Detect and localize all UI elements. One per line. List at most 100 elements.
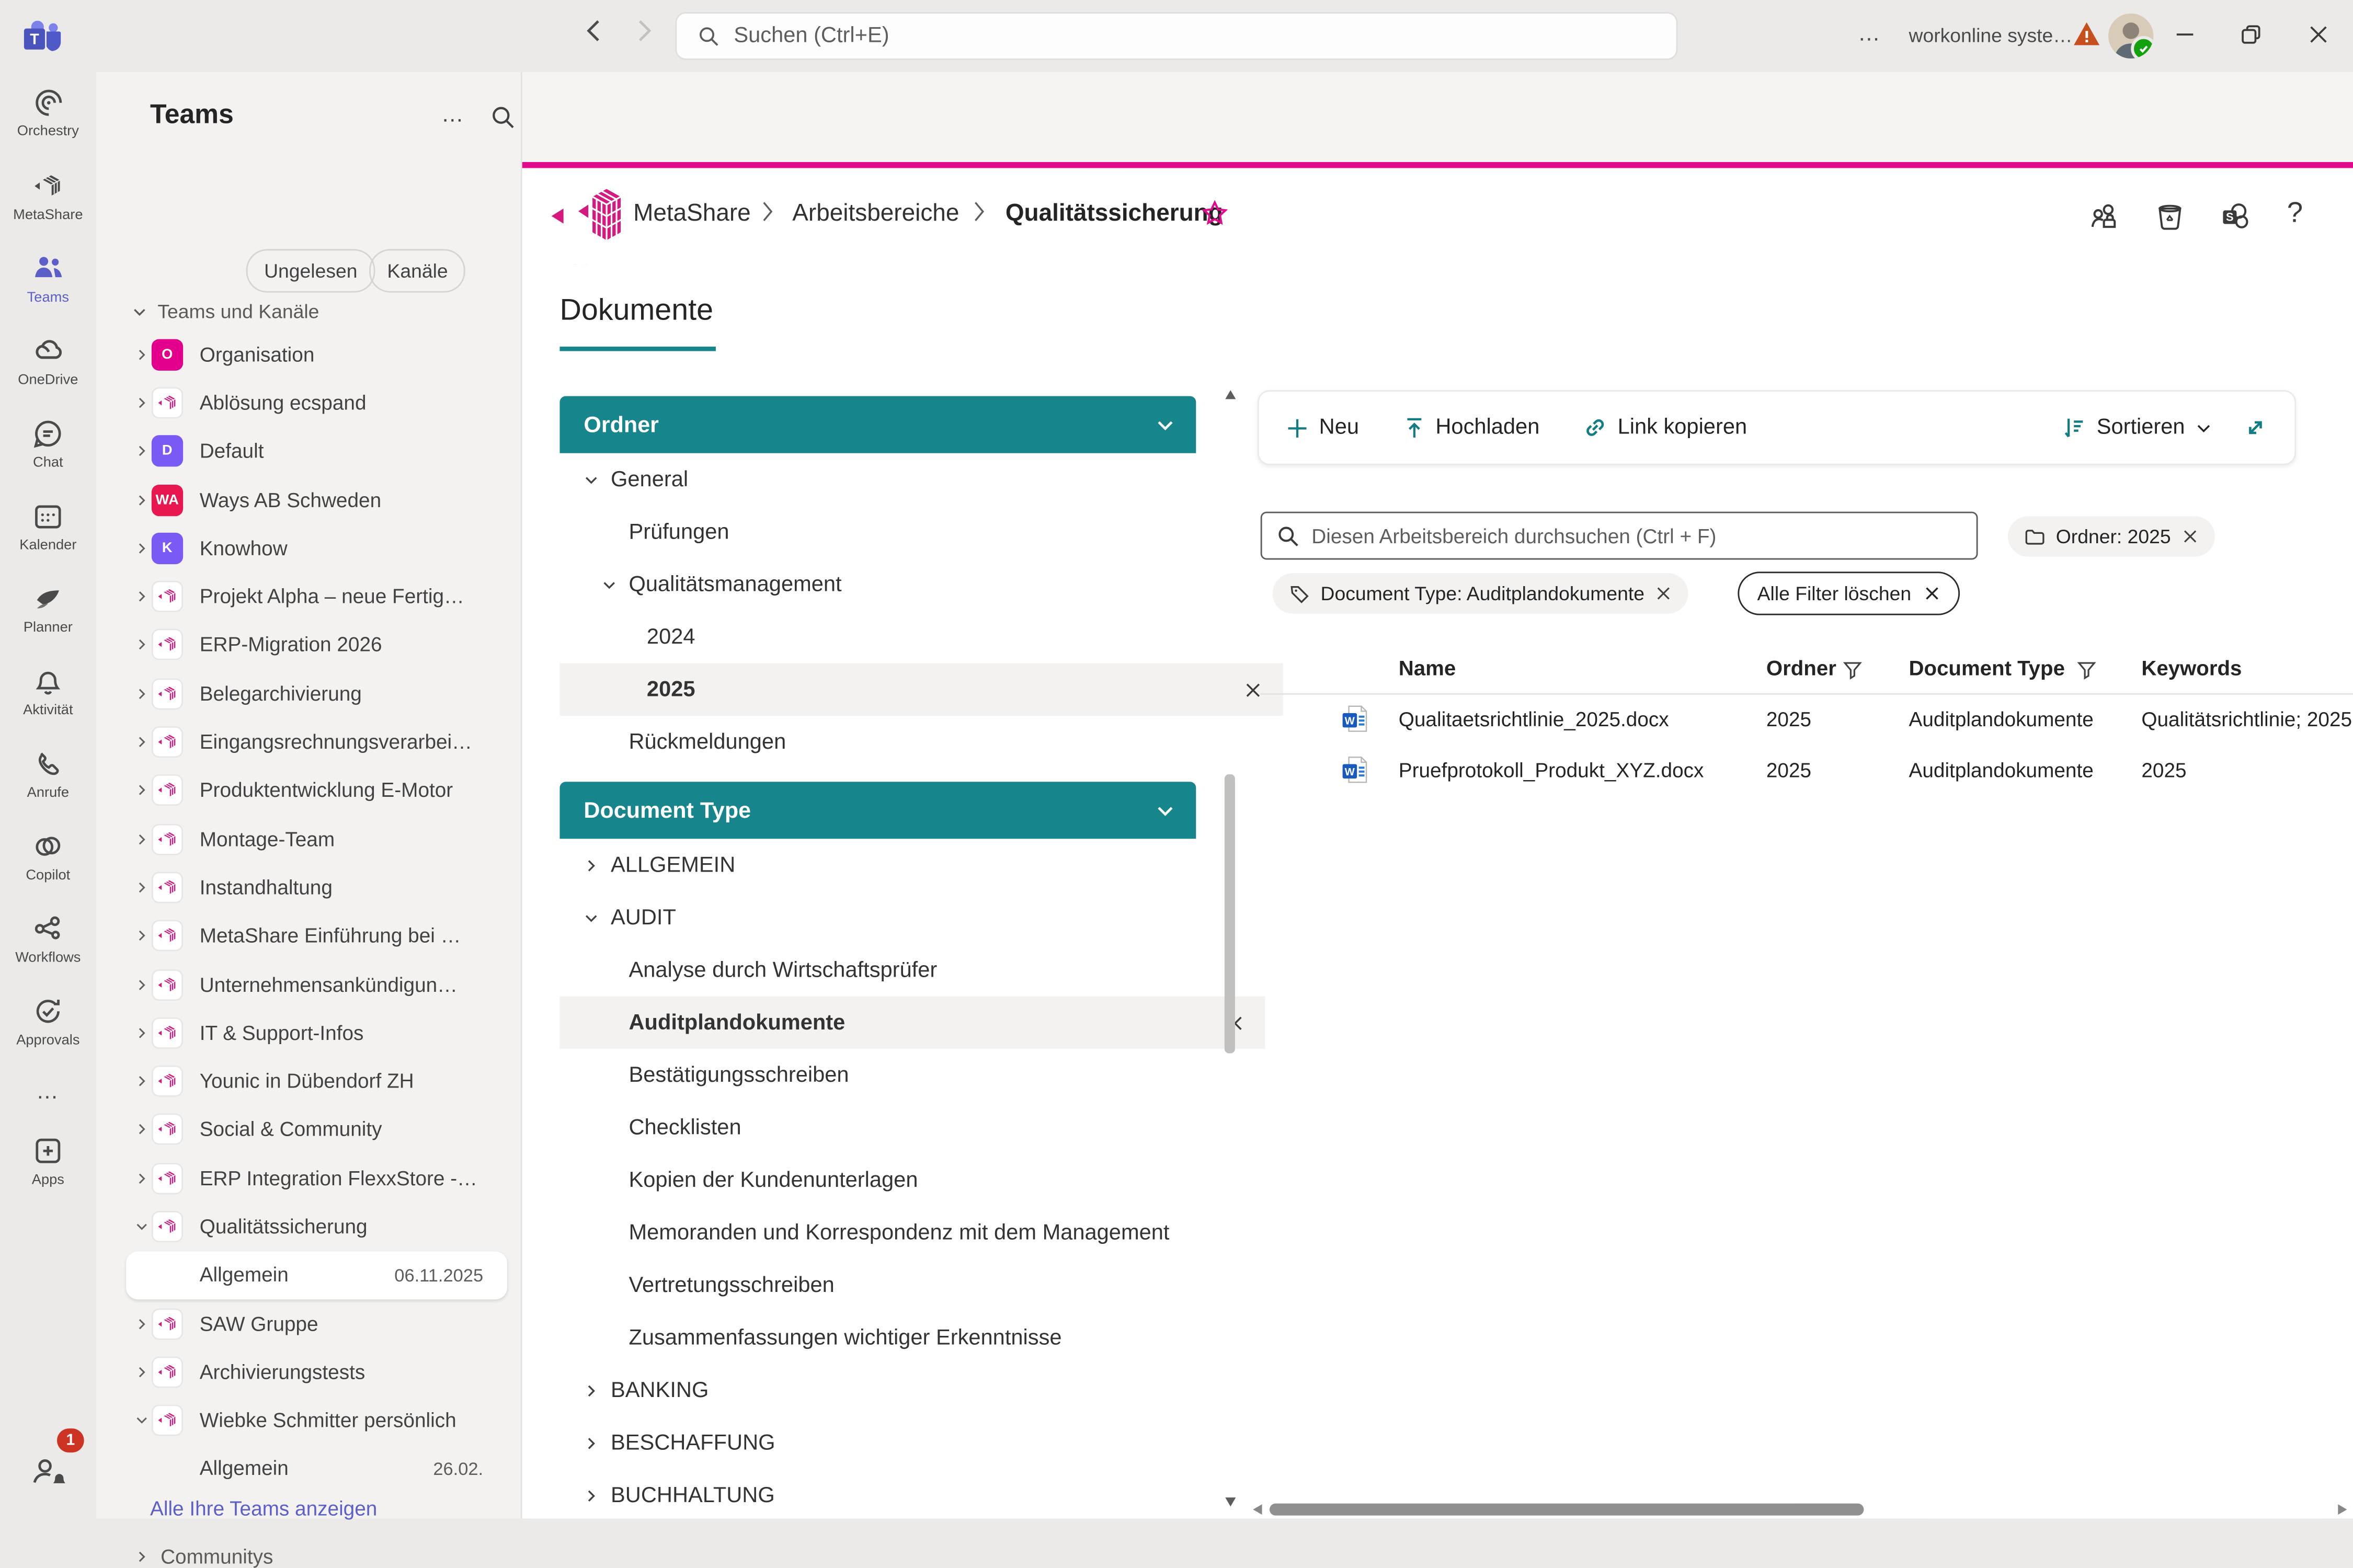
team-row[interactable]: DDefault (96, 427, 522, 476)
recycle-bin-icon[interactable] (2155, 201, 2185, 231)
folder-node-qualitaetsmanagement[interactable]: Qualitätsmanagement (559, 558, 1265, 611)
section-teams-und-kanaele[interactable]: Teams und Kanäle (132, 300, 319, 323)
rail-item-planner[interactable]: Planner (0, 567, 96, 650)
folder-node-2024[interactable]: 2024 (559, 611, 1283, 663)
doctype-node[interactable]: Bestätigungsschreiben (559, 1049, 1265, 1101)
teams-search-icon[interactable] (490, 105, 516, 131)
team-row[interactable]: Younic in Dübendorf ZH (96, 1057, 522, 1106)
doctype-node-selected[interactable]: Auditplandokumente (559, 997, 1265, 1049)
folder-node-rueckmeldungen[interactable]: Rückmeldungen (559, 716, 1265, 768)
doctype-panel-header[interactable]: Document Type (559, 782, 1196, 839)
filter-chip-doctype[interactable]: Document Type: Auditplandokumente (1273, 573, 1688, 613)
help-icon[interactable]: ? (2287, 198, 2303, 231)
rail-item-approvals[interactable]: Approvals (0, 980, 96, 1062)
team-row[interactable]: ERP Integration FlexxStore -… (96, 1154, 522, 1203)
doctype-node[interactable]: Zusammenfassungen wichtiger Erkenntnisse (559, 1311, 1265, 1364)
breadcrumb-arbeitsbereiche[interactable]: Arbeitsbereiche (792, 201, 959, 228)
file-name[interactable]: Qualitaetsrichtlinie_2025.docx (1399, 708, 1669, 731)
window-close-button[interactable] (2306, 22, 2331, 47)
tenant-name[interactable]: workonline syste… (1909, 24, 2073, 47)
team-row[interactable]: MetaShare Einführung bei … (96, 912, 522, 960)
doctype-group-banking[interactable]: BANKING (559, 1364, 1247, 1416)
team-row[interactable]: Unternehmensankündigun… (96, 960, 522, 1009)
team-row[interactable]: Social & Community (96, 1105, 522, 1154)
file-name[interactable]: Pruefprotokoll_Produkt_XYZ.docx (1399, 759, 1704, 782)
global-search-input[interactable]: Suchen (Ctrl+E) (675, 12, 1677, 60)
workspace-search-input[interactable]: Diesen Arbeitsbereich durchsuchen (Ctrl … (1261, 512, 1978, 560)
upload-button[interactable]: Hochladen (1402, 416, 1539, 440)
doctype-group-beschaffung[interactable]: BESCHAFFUNG (559, 1416, 1247, 1469)
rail-item-onedrive[interactable]: OneDrive (0, 319, 96, 402)
hscrollbar-right-arrow[interactable] (2336, 1504, 2348, 1516)
filter-pill-channels[interactable]: Kanäle (369, 249, 466, 292)
team-row-expanded[interactable]: Qualitätssicherung (96, 1203, 522, 1251)
team-row[interactable]: Ablösung ecspand (96, 379, 522, 427)
breadcrumb-app[interactable]: MetaShare (633, 201, 751, 228)
column-header-name[interactable]: Name (1399, 656, 1456, 680)
team-row[interactable]: Produktentwicklung E-Motor (96, 766, 522, 815)
doctype-group-audit[interactable]: AUDIT (559, 891, 1247, 944)
rail-item-aktivitaet[interactable]: Aktivität (0, 650, 96, 733)
team-row[interactable]: IT & Support-Infos (96, 1009, 522, 1057)
column-header-document-type[interactable]: Document Type (1909, 656, 2065, 680)
show-all-teams-link[interactable]: Alle Ihre Teams anzeigen (150, 1497, 377, 1520)
new-button[interactable]: Neu (1286, 416, 1360, 440)
rail-item-orchestry[interactable]: Orchestry (0, 72, 96, 155)
column-header-keywords[interactable]: Keywords (2141, 656, 2242, 680)
permissions-icon[interactable] (2089, 201, 2120, 233)
column-header-ordner[interactable]: Ordner (1766, 656, 1836, 680)
team-row[interactable]: SAW Gruppe (96, 1299, 522, 1348)
window-restore-button[interactable] (2239, 22, 2263, 47)
hscrollbar-left-arrow[interactable] (1251, 1504, 1263, 1516)
avatar[interactable] (2108, 14, 2153, 59)
rail-item-anrufe[interactable]: Anrufe (0, 733, 96, 815)
remove-filter-x-icon[interactable] (1655, 585, 1672, 602)
team-row[interactable]: OOrganisation (96, 330, 522, 379)
doctype-node[interactable]: Checklisten (559, 1102, 1265, 1154)
team-row[interactable]: KKnowhow (96, 524, 522, 573)
scrollbar-down-arrow[interactable] (1225, 1496, 1237, 1508)
scrollbar-up-arrow[interactable] (1225, 388, 1237, 400)
team-row[interactable]: Montage-Team (96, 815, 522, 863)
remove-filter-x-icon[interactable] (2181, 528, 2198, 545)
teams-overflow-button[interactable]: … (441, 102, 465, 128)
rail-item-copilot[interactable]: Copilot (0, 815, 96, 897)
rail-item-workflows[interactable]: Workflows (0, 897, 96, 980)
sort-button[interactable]: Sortieren (2062, 416, 2212, 440)
sharepoint-icon[interactable]: S (2220, 201, 2251, 233)
copy-link-button[interactable]: Link kopieren (1583, 416, 1747, 440)
filter-chip-folder[interactable]: Ordner: 2025 (2008, 516, 2214, 556)
expand-view-button[interactable] (2244, 416, 2268, 440)
nav-back-icon[interactable] (582, 18, 608, 43)
clear-filter-x-icon[interactable] (1244, 680, 1262, 698)
rail-notifications-button[interactable]: 1 (0, 1425, 96, 1518)
window-minimize-button[interactable] (2173, 22, 2197, 47)
rail-item-teams[interactable]: Teams (0, 237, 96, 319)
doctype-group-allgemein[interactable]: ALLGEMEIN (559, 839, 1247, 891)
collapse-back-icon[interactable] (549, 207, 566, 225)
channel-row[interactable]: Allgemein26.02. (96, 1445, 522, 1493)
rail-more-button[interactable]: … (0, 1062, 96, 1119)
team-row[interactable]: ERP-Migration 2026 (96, 621, 522, 670)
doctype-node[interactable]: Analyse durch Wirtschaftsprüfer (559, 944, 1265, 996)
team-row[interactable]: Projekt Alpha – neue Fertig… (96, 573, 522, 621)
team-row[interactable]: WAWays AB Schweden (96, 475, 522, 524)
doctype-group-buchhaltung[interactable]: BUCHHALTUNG (559, 1469, 1247, 1521)
favorite-star-icon[interactable] (1201, 200, 1229, 228)
team-row-expanded[interactable]: Wiebke Schmitter persönlich (96, 1397, 522, 1445)
doctype-node[interactable]: Vertretungsschreiben (559, 1259, 1265, 1311)
filter-pill-unread[interactable]: Ungelesen (246, 249, 375, 292)
clear-all-filters-button[interactable]: Alle Filter löschen (1738, 571, 1959, 615)
team-row[interactable]: Belegarchivierung (96, 669, 522, 718)
rail-item-chat[interactable]: Chat (0, 402, 96, 485)
folder-node-2025-selected[interactable]: 2025 (559, 663, 1283, 715)
team-row[interactable]: Eingangsrechnungsverarbei… (96, 718, 522, 766)
team-row[interactable]: Instandhaltung (96, 863, 522, 912)
communities-section[interactable]: Communitys (135, 1546, 273, 1568)
rail-item-apps[interactable]: Apps (0, 1119, 96, 1202)
titlebar-overflow-button[interactable]: … (1858, 21, 1882, 47)
folder-node-general[interactable]: General (559, 453, 1247, 506)
folders-panel-header[interactable]: Ordner (559, 396, 1196, 453)
horizontal-scrollbar-thumb[interactable] (1270, 1504, 1864, 1516)
folder-node-pruefungen[interactable]: Prüfungen (559, 506, 1265, 558)
